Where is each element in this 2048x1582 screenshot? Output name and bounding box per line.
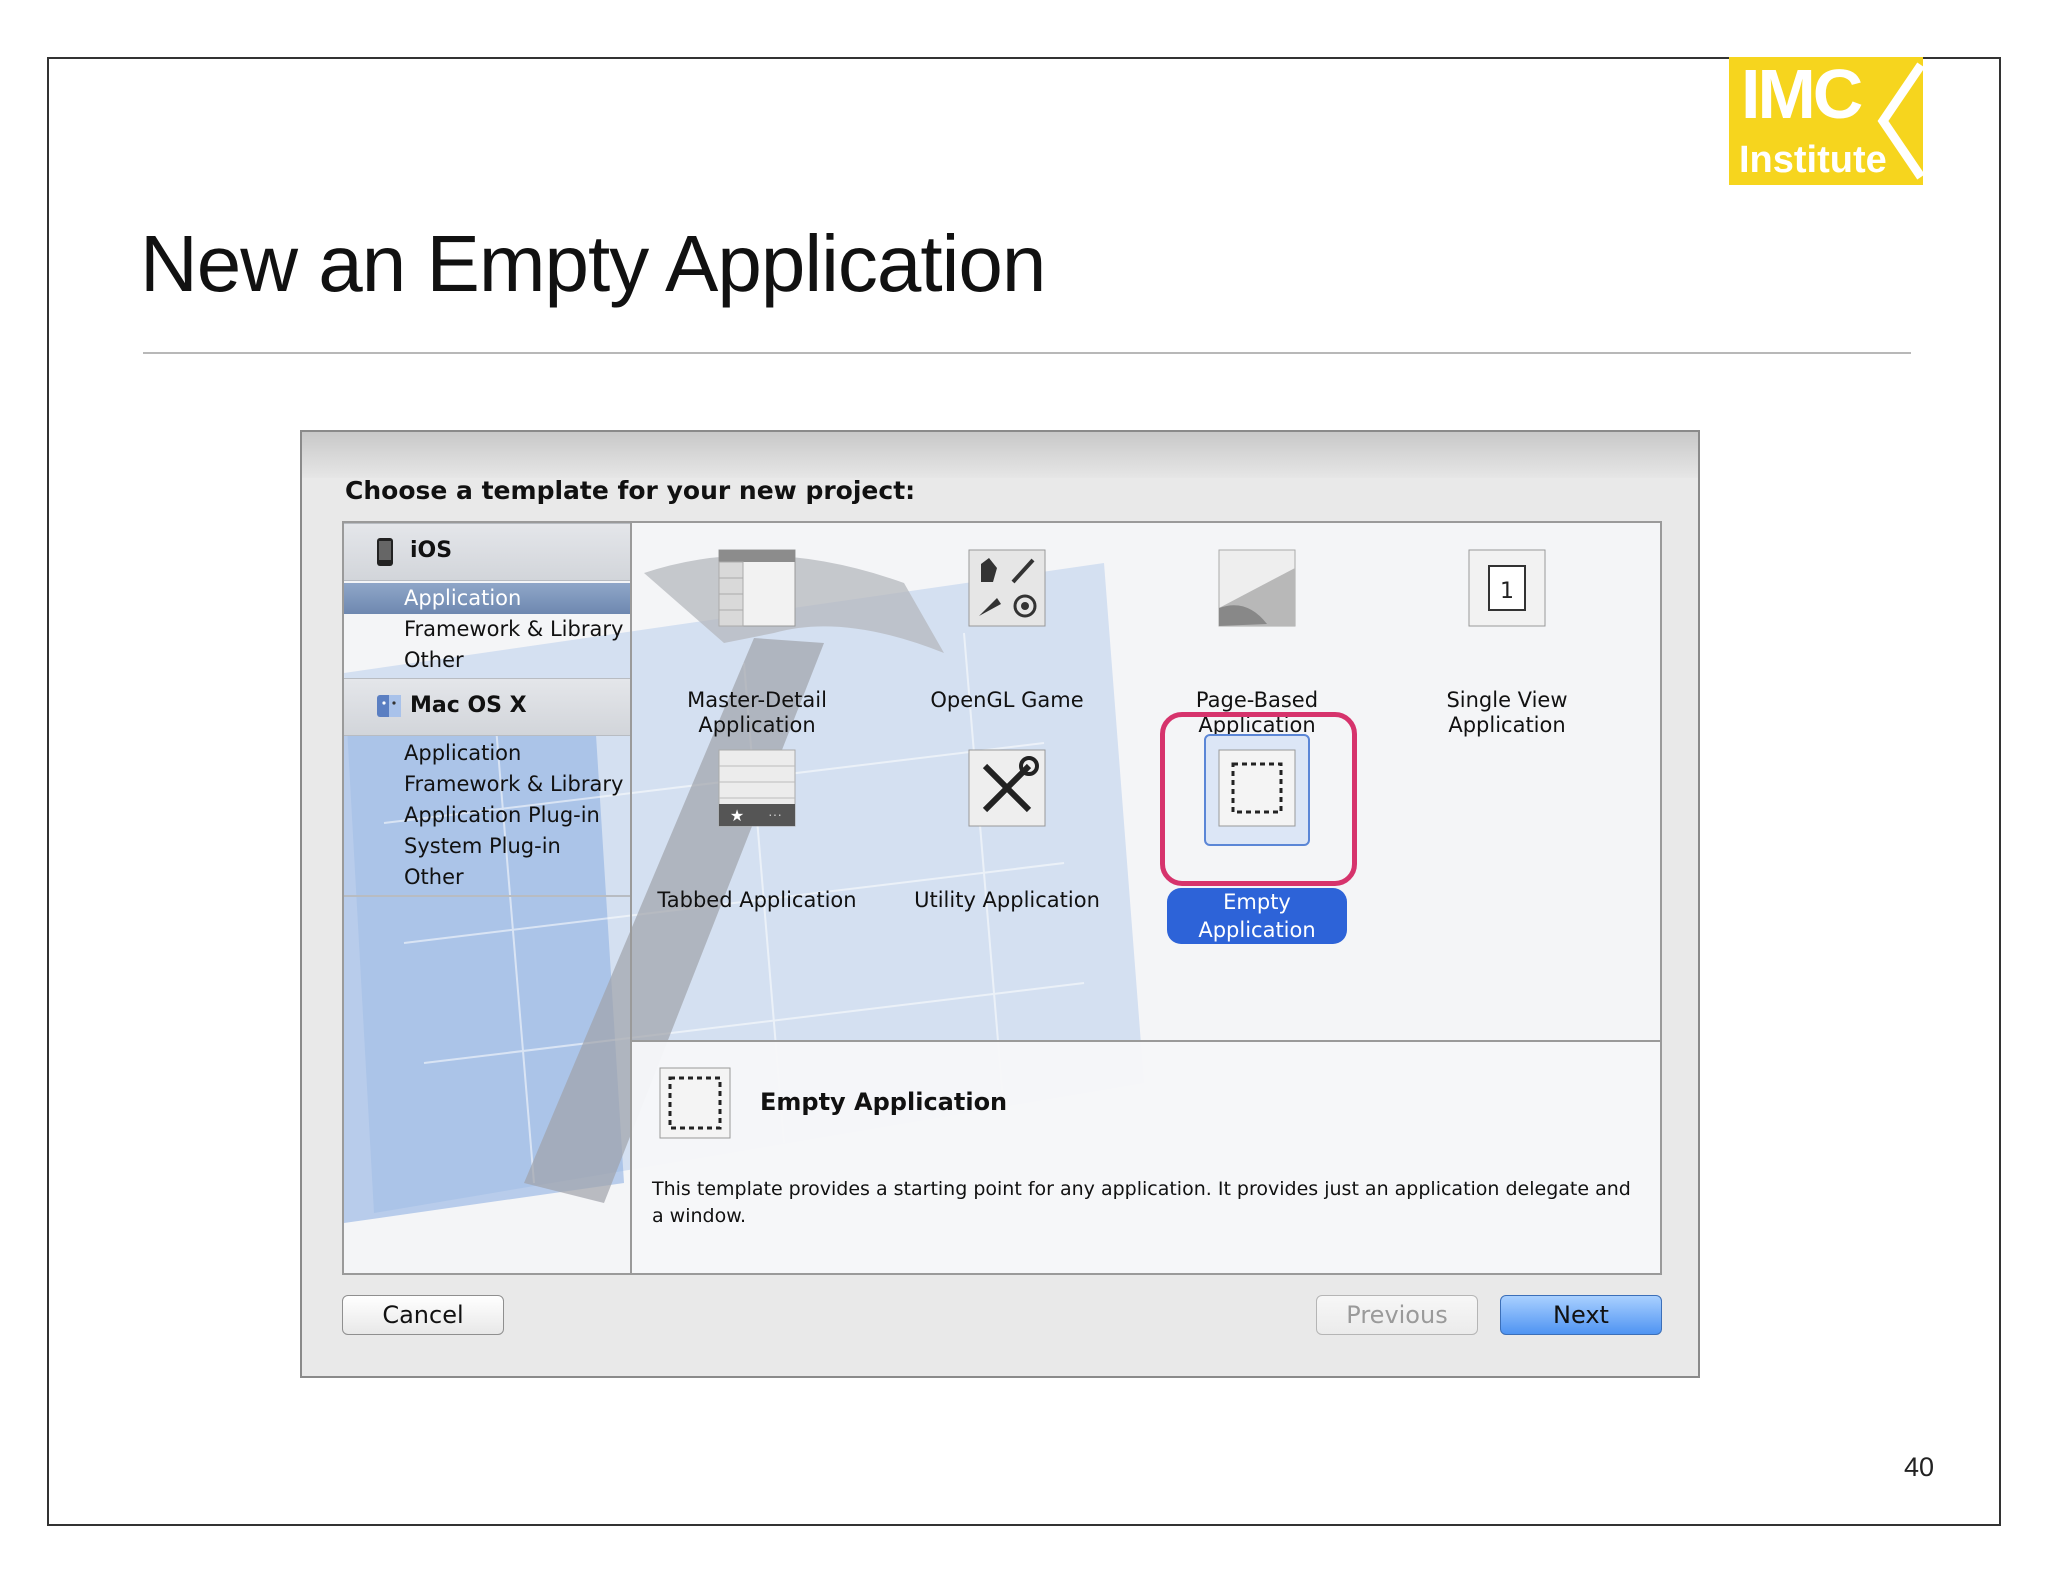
page-number: 40 xyxy=(1904,1452,1935,1482)
template-category-sidebar: iOS Application Framework & Library Othe… xyxy=(344,523,632,1273)
logo-chevron-icon xyxy=(1877,62,1923,180)
single-view-icon: 1 xyxy=(1468,549,1546,627)
selection-highlight-ring xyxy=(1160,712,1357,886)
macos-section-header: Mac OS X xyxy=(344,678,630,736)
tabbed-icon: ★ ··· xyxy=(718,749,796,827)
template-detail-panel: Empty Application This template provides… xyxy=(632,1040,1660,1273)
sidebar-item-mac-application[interactable]: Application xyxy=(344,738,630,769)
template-label: Tabbed Application xyxy=(632,888,882,913)
sidebar-item-mac-system-plugin[interactable]: System Plug-in xyxy=(344,831,630,862)
template-name-line1: Master-Detail xyxy=(687,688,827,712)
detail-title: Empty Application xyxy=(760,1088,1008,1116)
dialog-titlebar xyxy=(302,432,1698,478)
slide-title: New an Empty Application xyxy=(140,219,1046,308)
utility-tools-icon xyxy=(968,749,1046,827)
template-chooser: iOS Application Framework & Library Othe… xyxy=(342,521,1662,1275)
sidebar-item-mac-application-plugin[interactable]: Application Plug-in xyxy=(344,800,630,831)
detail-description: This template provides a starting point … xyxy=(652,1178,1631,1227)
title-divider xyxy=(143,352,1911,354)
cancel-button[interactable]: Cancel xyxy=(342,1295,504,1335)
page-curl-icon xyxy=(1218,549,1296,627)
sidebar-item-mac-framework-library[interactable]: Framework & Library xyxy=(344,769,630,800)
template-label: OpenGL Game xyxy=(882,688,1132,713)
template-name-line1: Tabbed Application xyxy=(657,888,857,912)
template-name-line1: Utility Application xyxy=(914,888,1100,912)
logo-imc-text: IMC xyxy=(1741,55,1863,133)
svg-text:★: ★ xyxy=(730,808,744,825)
template-grid: Master-Detail Application OpenGL Game Pa… xyxy=(632,523,1660,1043)
template-label: Single View Application xyxy=(1382,688,1632,738)
opengl-game-icon xyxy=(968,549,1046,627)
next-button[interactable]: Next xyxy=(1500,1295,1662,1335)
svg-text:···: ··· xyxy=(768,806,782,822)
dialog-prompt: Choose a template for your new project: xyxy=(345,476,916,505)
template-label-selected: Empty Application xyxy=(1167,888,1347,944)
macos-section-label: Mac OS X xyxy=(410,693,527,718)
ios-section-label: iOS xyxy=(410,538,453,563)
iphone-icon xyxy=(377,538,393,566)
template-name-line1: Single View xyxy=(1446,688,1568,712)
sidebar-item-ios-application[interactable]: Application xyxy=(344,583,630,614)
previous-button[interactable]: Previous xyxy=(1316,1295,1478,1335)
sidebar-item-mac-other[interactable]: Other xyxy=(344,862,630,893)
sidebar-divider xyxy=(344,895,630,897)
template-name-line1: OpenGL Game xyxy=(930,688,1084,712)
sidebar-item-ios-other[interactable]: Other xyxy=(344,645,630,676)
ios-section-header: iOS xyxy=(344,523,630,581)
new-project-dialog: Choose a template for your new project: xyxy=(300,430,1700,1378)
template-label: Utility Application xyxy=(882,888,1132,913)
svg-text:1: 1 xyxy=(1500,579,1514,604)
master-detail-icon xyxy=(718,549,796,627)
template-name-line2: Application xyxy=(1448,713,1566,737)
empty-app-icon xyxy=(659,1067,731,1139)
template-name-line1: Empty Application xyxy=(1198,890,1316,942)
logo-institute-text: Institute xyxy=(1739,139,1887,181)
template-name-line2: Application xyxy=(698,713,816,737)
mac-finder-icon xyxy=(377,695,401,717)
imc-institute-logo: IMC Institute xyxy=(1729,57,1923,185)
template-label: Master-Detail Application xyxy=(632,688,882,738)
sidebar-item-ios-framework-library[interactable]: Framework & Library xyxy=(344,614,630,645)
template-name-line1: Page-Based xyxy=(1195,688,1319,712)
